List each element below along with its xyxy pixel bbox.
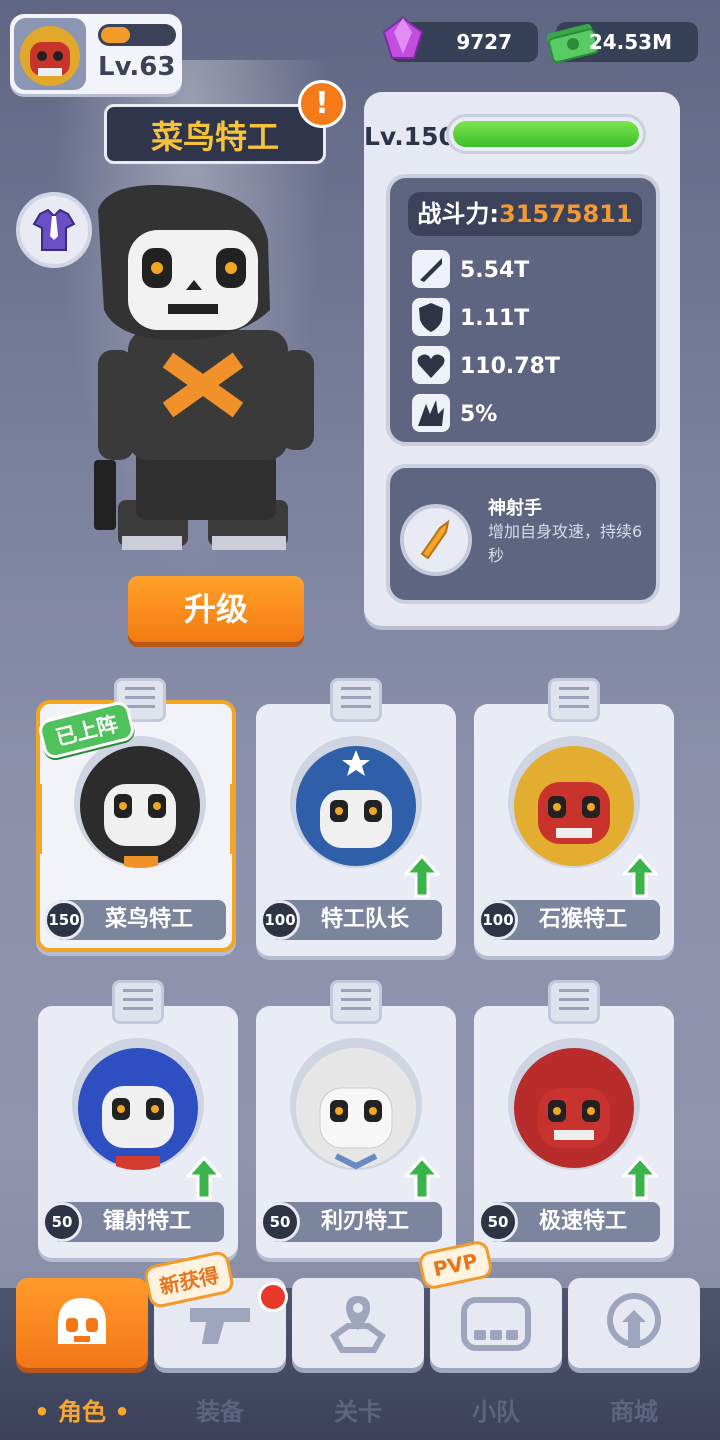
power-value: 31575811 [499, 200, 633, 228]
hero-portrait [290, 1038, 422, 1170]
card-side-tab [36, 784, 42, 854]
nav-label-character: • 角色 • [34, 1398, 130, 1426]
cash-value: 24.53M [588, 30, 672, 54]
nav-shop-button[interactable] [568, 1278, 700, 1368]
card-side-tab [230, 784, 236, 854]
crit-icon [412, 394, 450, 432]
health-value: 110.78T [460, 354, 560, 379]
bullet-icon [412, 250, 450, 288]
cash-counter[interactable]: 24.53M [546, 22, 698, 64]
heart-icon [412, 346, 450, 384]
card-clip [330, 678, 382, 722]
character-icon [58, 1298, 106, 1344]
skill-description: 增加自身攻速，持续6秒 [488, 522, 643, 565]
card-clip [548, 678, 600, 722]
gem-icon [382, 16, 424, 59]
nav-label-squad: 小队 [472, 1398, 520, 1426]
card-level: 50 [260, 1202, 300, 1242]
attack-value: 5.54T [460, 258, 530, 283]
power-title: 战斗力:31575811 [408, 192, 642, 236]
upgrade-arrow-icon [622, 1156, 658, 1200]
card-level: 100 [478, 900, 518, 940]
skill-panel[interactable]: 神射手 增加自身攻速，持续6秒 [386, 464, 660, 604]
nav-label-equipment: 装备 [196, 1398, 244, 1426]
upgrade-arrow-icon [622, 854, 658, 898]
bottom-nav: • 角色 • 装备 关卡 小队 商城 [0, 1278, 720, 1440]
card-level: 150 [44, 900, 84, 940]
squad-icon [461, 1297, 531, 1351]
hero-card-0[interactable]: 菜鸟特工 150 已上阵 [36, 678, 236, 952]
shield-icon [412, 298, 450, 336]
hero-portrait [74, 736, 206, 868]
upgrade-arrow-icon [404, 1156, 440, 1200]
upgrade-arrow-icon [186, 1156, 222, 1200]
alert-icon[interactable]: ! [298, 80, 346, 128]
upgrade-arrow-icon [404, 854, 440, 898]
shirt-icon [32, 208, 76, 251]
hp-bar [446, 114, 646, 154]
nav-label-stage: 关卡 [334, 1398, 382, 1426]
nav-label-text: 角色 [58, 1398, 106, 1426]
nav-stage-button[interactable] [292, 1278, 424, 1368]
hp-fill [453, 121, 639, 147]
hero-level: Lv.150 [364, 122, 456, 151]
card-clip [112, 980, 164, 1024]
defense-value: 1.11T [460, 306, 530, 331]
nav-label-shop: 商城 [610, 1398, 658, 1426]
skill-name: 神射手 [488, 498, 542, 519]
nav-squad-button[interactable] [430, 1278, 562, 1368]
stats-panel: Lv.150 战斗力:31575811 5.54T 1.11T 110.78T … [364, 92, 680, 626]
crit-value: 5% [460, 402, 498, 427]
gem-counter[interactable]: 9727 [382, 16, 538, 62]
card-clip [548, 980, 600, 1024]
nav-character-button[interactable] [16, 1278, 148, 1368]
power-label: 战斗力: [417, 200, 499, 228]
hero-card-4[interactable]: 利刃特工 50 [256, 980, 456, 1258]
xp-bar [98, 24, 176, 46]
hero-portrait [508, 736, 640, 868]
hero-portrait [508, 1038, 640, 1170]
hero-name-plate: 菜鸟特工 [104, 104, 326, 164]
map-pin-icon [330, 1296, 386, 1353]
gun-icon [190, 1308, 250, 1344]
hero-card-1[interactable]: 特工队长 100 [256, 678, 456, 956]
hero-card-3[interactable]: 镭射特工 50 [38, 980, 238, 1258]
card-level: 50 [478, 1202, 518, 1242]
shop-icon [607, 1293, 661, 1348]
card-clip [330, 980, 382, 1024]
xp-fill [101, 27, 130, 43]
notification-dot [258, 1282, 288, 1312]
player-avatar[interactable] [14, 18, 86, 90]
player-profile[interactable]: Lv.63 [10, 14, 182, 94]
gem-value: 9727 [456, 30, 512, 54]
power-panel: 战斗力:31575811 5.54T 1.11T 110.78T 5% [386, 174, 660, 446]
hero-portrait [290, 736, 422, 868]
hero-character[interactable] [88, 180, 318, 560]
card-level: 100 [260, 900, 300, 940]
hero-portrait [72, 1038, 204, 1170]
card-level: 50 [42, 1202, 82, 1242]
hero-card-5[interactable]: 极速特工 50 [474, 980, 674, 1258]
player-level: Lv.63 [98, 52, 176, 82]
upgrade-button[interactable]: 升级 [128, 576, 304, 642]
hero-card-2[interactable]: 石猴特工 100 [474, 678, 674, 956]
skill-bullet-icon[interactable] [400, 504, 472, 576]
outfit-button[interactable] [16, 192, 92, 268]
